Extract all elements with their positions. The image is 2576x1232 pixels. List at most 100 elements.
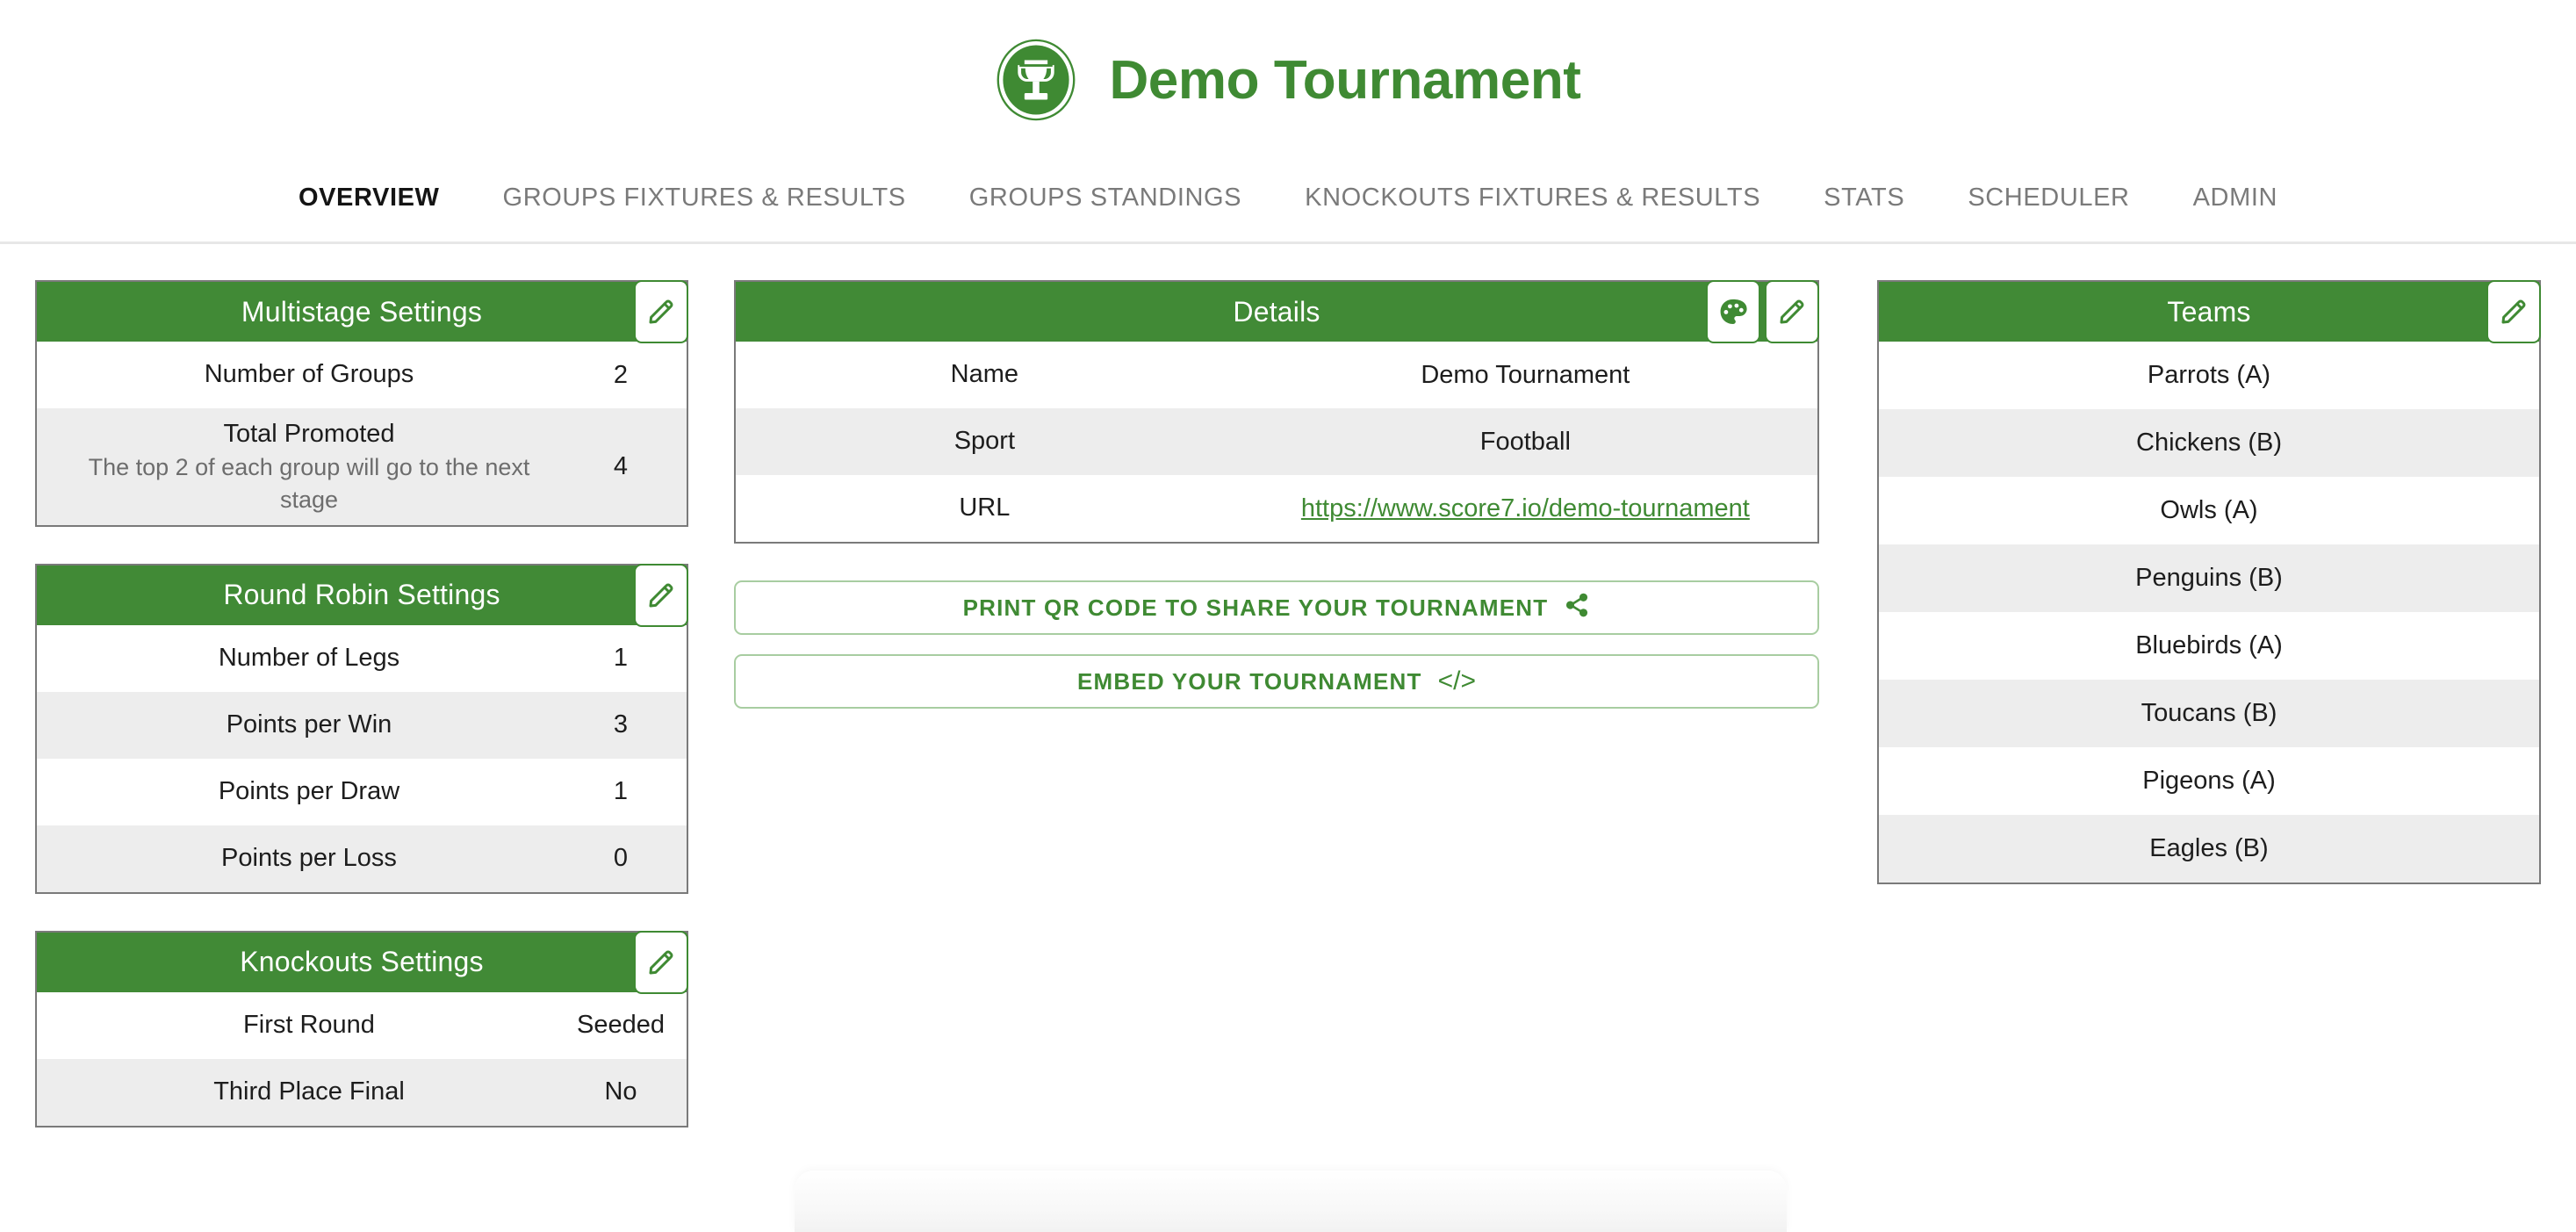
print-qr-code-button[interactable]: PRINT QR CODE TO SHARE YOUR TOURNAMENT [734,580,1819,635]
card-title: Multistage Settings [241,295,483,328]
card-title: Details [1233,295,1320,328]
edit-multistage-button[interactable] [634,280,688,343]
main-nav: OVERVIEW GROUPS FIXTURES & RESULTS GROUP… [0,160,2576,244]
knockouts-settings-card: Knockouts Settings First Round Seeded Th… [35,930,688,1128]
row-value: 3 [613,710,629,739]
team-name: Pigeons (A) [2142,766,2276,795]
card-header-actions [634,930,688,994]
embed-tournament-button[interactable]: EMBED YOUR TOURNAMENT </> [734,654,1819,709]
row-value: 2 [613,360,629,389]
print-qr-label: PRINT QR CODE TO SHARE YOUR TOURNAMENT [962,594,1549,621]
row-value: https://www.score7.io/demo-tournament [1234,494,1817,523]
table-row: Total Promoted The top 2 of each group w… [37,408,687,525]
list-item: Chickens (B) [1879,409,2539,477]
card-header-actions [634,280,688,343]
list-item: Penguins (B) [1879,544,2539,612]
pencil-icon [645,580,677,611]
team-name: Penguins (B) [2135,563,2283,592]
details-header: Details [736,280,1819,343]
pencil-icon [645,296,677,328]
table-row: Number of Legs 1 [37,624,687,692]
card-title: Teams [2167,295,2251,328]
row-value: 1 [613,644,629,673]
edit-knockouts-button[interactable] [634,930,688,994]
row-label: URL [959,494,1011,522]
page-title: Demo Tournament [1109,49,1581,111]
card-header-actions [1706,280,1819,343]
code-icon: </> [1437,666,1476,695]
tab-overview[interactable]: OVERVIEW [267,175,471,221]
list-item: Bluebirds (A) [1879,612,2539,680]
row-label: First Round [243,1011,375,1040]
tab-knockouts-fixtures-results[interactable]: KNOCKOUTS FIXTURES & RESULTS [1273,175,1792,221]
share-icon [1564,592,1590,624]
table-row: First Round Seeded [37,991,687,1059]
tournament-url-link[interactable]: https://www.score7.io/demo-tournament [1301,494,1750,522]
row-value: Demo Tournament [1421,360,1630,389]
row-value: 0 [613,844,629,873]
middle-column: Details Name Demo Tournament Sport Footb… [720,280,1854,728]
tab-groups-standings[interactable]: GROUPS STANDINGS [938,175,1273,221]
tab-scheduler[interactable]: SCHEDULER [1936,175,2161,221]
row-value: Football [1479,427,1571,456]
teams-header: Teams [1879,280,2541,343]
team-name: Toucans (B) [2141,698,2277,727]
teams-card: Teams Parrots (A) Chickens (B) Owls (A) … [1877,280,2541,884]
team-name: Owls (A) [2160,495,2258,524]
round-robin-settings-card: Round Robin Settings Number of Legs 1 Po… [35,563,688,894]
list-item: Pigeons (A) [1879,747,2539,815]
table-row: Number of Groups 2 [37,342,687,408]
brand: Demo Tournament [995,39,1581,121]
pencil-icon [645,947,677,978]
row-label: Total Promoted The top 2 of each group w… [37,417,555,516]
team-name: Parrots (A) [2147,360,2271,389]
edit-details-button[interactable] [1765,280,1819,343]
table-row: Sport Football [736,408,1817,475]
row-label: Sport [953,427,1016,456]
list-item: Eagles (B) [1879,815,2539,883]
site-header: Demo Tournament [0,0,2576,160]
row-value: 1 [613,777,629,806]
customize-colors-button[interactable] [1706,280,1760,343]
row-label: Name [950,360,1019,389]
palette-icon [1717,296,1749,328]
row-value: 4 [613,451,629,480]
table-row: URL https://www.score7.io/demo-tournamen… [736,475,1817,542]
tab-groups-fixtures-results[interactable]: GROUPS FIXTURES & RESULTS [471,175,938,221]
team-name: Eagles (B) [2149,833,2269,862]
round-robin-settings-header: Round Robin Settings [37,563,688,627]
table-row: Points per Win 3 [37,691,687,759]
row-label: Points per Win [226,710,392,739]
edit-round-robin-button[interactable] [634,563,688,627]
list-item: Owls (A) [1879,477,2539,544]
table-row: Third Place Final No [37,1058,687,1126]
page-content: Multistage Settings Number of Groups 2 T… [0,244,2576,1164]
embed-label: EMBED YOUR TOURNAMENT [1077,667,1422,695]
table-row: Points per Loss 0 [37,825,687,892]
edit-teams-button[interactable] [2486,280,2541,343]
row-label: Points per Draw [218,777,400,806]
card-title: Knockouts Settings [240,946,484,978]
bottom-sheet-panel [795,1171,1787,1232]
row-value: No [604,1077,637,1106]
tab-stats[interactable]: STATS [1792,175,1936,221]
team-name: Bluebirds (A) [2135,630,2283,659]
row-label-text: Total Promoted [223,420,395,448]
multistage-settings-header: Multistage Settings [37,280,688,343]
row-label: Number of Groups [204,360,414,389]
table-row: Name Demo Tournament [736,342,1817,408]
right-column: Teams Parrots (A) Chickens (B) Owls (A) … [1854,280,2576,921]
trophy-icon [995,39,1077,121]
pencil-icon [2498,296,2529,328]
knockouts-settings-header: Knockouts Settings [37,930,688,994]
details-card: Details Name Demo Tournament Sport Footb… [734,280,1819,544]
row-label: Third Place Final [213,1077,405,1106]
card-header-actions [634,563,688,627]
tab-admin[interactable]: ADMIN [2162,175,2309,221]
card-header-actions [2486,280,2541,343]
multistage-settings-card: Multistage Settings Number of Groups 2 T… [35,280,688,527]
list-item: Parrots (A) [1879,342,2539,409]
table-row: Points per Draw 1 [37,758,687,825]
list-item: Toucans (B) [1879,680,2539,747]
row-label: Points per Loss [221,844,397,873]
